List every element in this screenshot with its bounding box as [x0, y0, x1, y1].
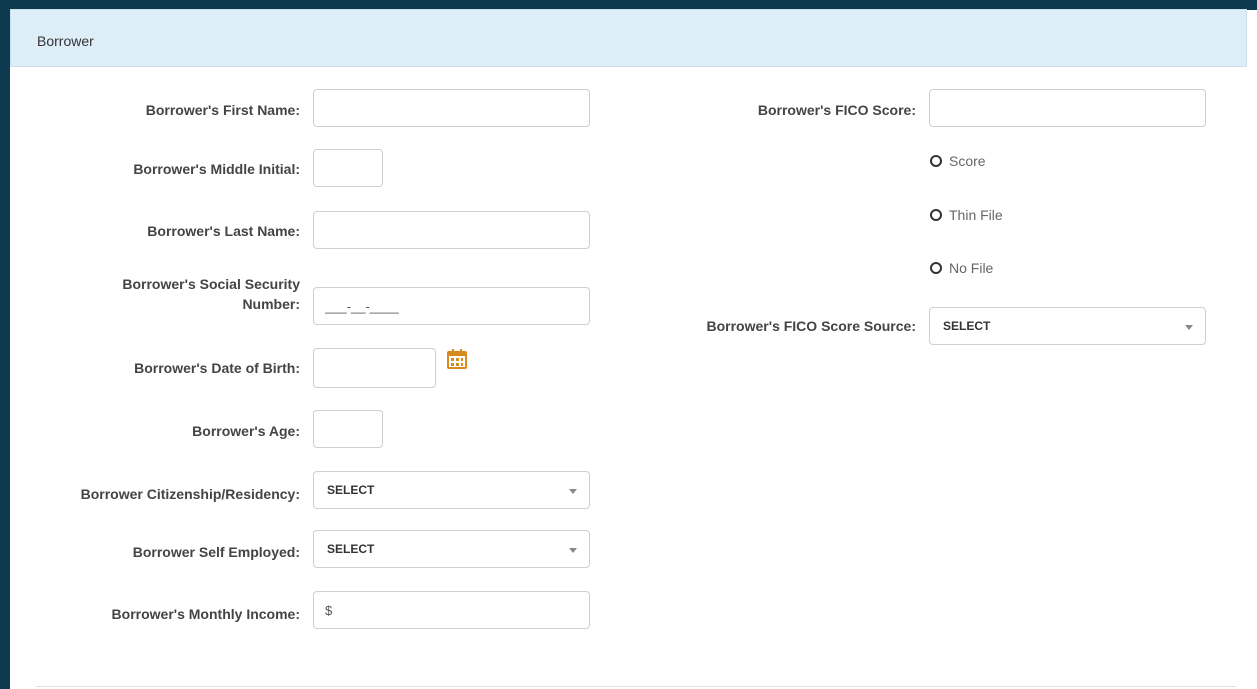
- radio-circle-icon[interactable]: [930, 262, 942, 274]
- fico-score-label: Borrower's FICO Score:: [757, 102, 916, 118]
- radio-score[interactable]: Score: [930, 153, 986, 169]
- first-name-label: Borrower's First Name:: [145, 102, 300, 118]
- first-name-input[interactable]: [313, 89, 590, 127]
- self-employed-label: Borrower Self Employed:: [132, 544, 300, 560]
- bottom-divider: [36, 686, 1236, 687]
- self-employed-select[interactable]: SELECT: [313, 530, 590, 568]
- age-input[interactable]: [313, 410, 383, 448]
- ssn-label-line2: Number:: [242, 296, 300, 312]
- panel-header: Borrower: [10, 9, 1247, 67]
- chevron-down-icon: [569, 489, 577, 494]
- radio-no-file-label: No File: [949, 260, 994, 276]
- ssn-label: Borrower's Social Security Number:: [122, 274, 300, 314]
- radio-thin-file[interactable]: Thin File: [930, 207, 1003, 223]
- last-name-input[interactable]: [313, 211, 590, 249]
- age-label: Borrower's Age:: [192, 423, 300, 439]
- calendar-icon[interactable]: [446, 348, 468, 370]
- citizenship-label: Borrower Citizenship/Residency:: [80, 486, 300, 502]
- radio-circle-icon[interactable]: [930, 209, 942, 221]
- radio-circle-icon[interactable]: [930, 155, 942, 167]
- fico-source-select[interactable]: SELECT: [929, 307, 1206, 345]
- ssn-label-line1: Borrower's Social Security: [122, 276, 300, 292]
- ssn-input[interactable]: [313, 287, 590, 325]
- fico-score-input[interactable]: [929, 89, 1206, 127]
- panel-title: Borrower: [37, 33, 94, 49]
- fico-source-label: Borrower's FICO Score Source:: [706, 318, 917, 334]
- dob-input[interactable]: [313, 348, 436, 388]
- last-name-label: Borrower's Last Name:: [147, 223, 300, 239]
- radio-score-label: Score: [949, 153, 986, 169]
- middle-initial-input[interactable]: [313, 149, 383, 187]
- chevron-down-icon: [1185, 325, 1193, 330]
- monthly-income-label: Borrower's Monthly Income:: [111, 606, 300, 622]
- middle-initial-label: Borrower's Middle Initial:: [133, 161, 300, 177]
- chevron-down-icon: [569, 548, 577, 553]
- radio-no-file[interactable]: No File: [930, 260, 993, 276]
- citizenship-selected: SELECT: [327, 483, 375, 497]
- monthly-income-input[interactable]: [313, 591, 590, 629]
- citizenship-select[interactable]: SELECT: [313, 471, 590, 509]
- radio-thin-file-label: Thin File: [949, 207, 1003, 223]
- dob-label: Borrower's Date of Birth:: [134, 360, 300, 376]
- fico-source-selected: SELECT: [943, 319, 991, 333]
- self-employed-selected: SELECT: [327, 542, 375, 556]
